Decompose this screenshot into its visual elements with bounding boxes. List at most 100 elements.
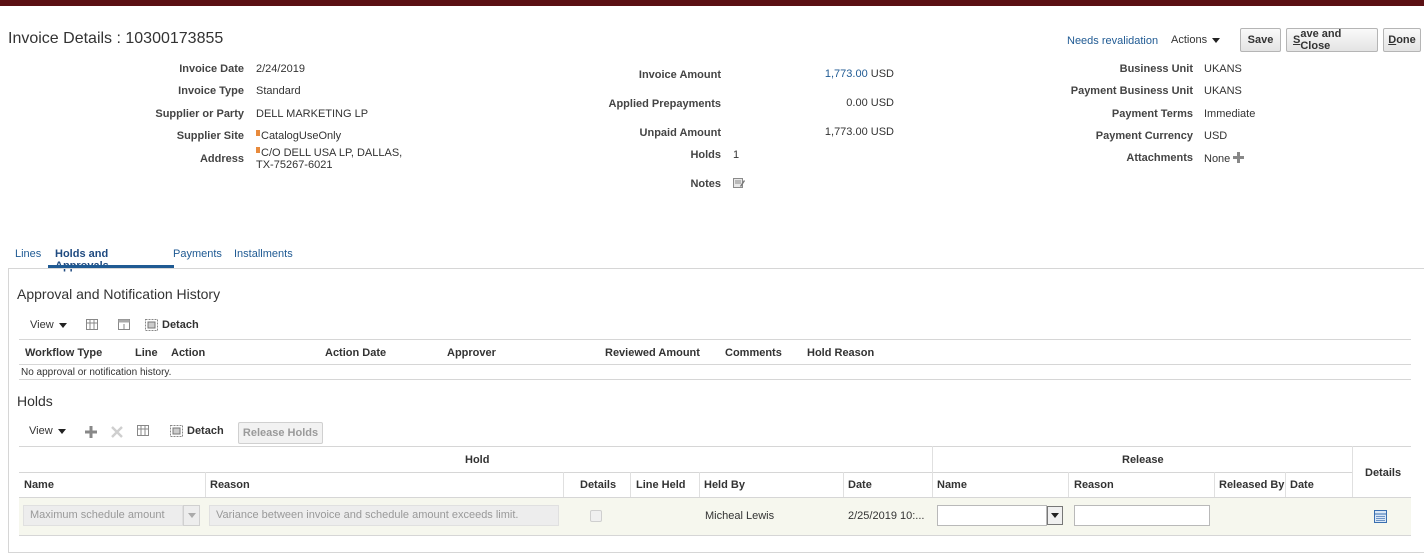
col-workflow-type[interactable]: Workflow Type — [25, 347, 102, 359]
col-action[interactable]: Action — [171, 347, 205, 359]
save-button-label: Save — [1247, 34, 1274, 46]
unpaid-amount-label: Unpaid Amount — [639, 127, 721, 139]
actions-menu-label: Actions — [1171, 34, 1208, 46]
flag-icon — [256, 147, 260, 153]
details-icon[interactable] — [1374, 510, 1387, 523]
col-hold-reason[interactable]: Hold Reason — [807, 347, 874, 359]
supplier-label: Supplier or Party — [155, 108, 244, 120]
col-approver[interactable]: Approver — [447, 347, 496, 359]
col-comments[interactable]: Comments — [725, 347, 782, 359]
holds-detach-button[interactable]: Detach — [170, 425, 224, 437]
notes-label: Notes — [690, 178, 721, 190]
done-button[interactable]: Done — [1383, 28, 1421, 52]
col-reviewed-amount[interactable]: Reviewed Amount — [605, 347, 700, 359]
col-hold-reason[interactable]: Reason — [210, 479, 250, 491]
hold-name-field[interactable]: Maximum schedule amount — [23, 505, 183, 526]
col-action-date[interactable]: Action Date — [325, 347, 386, 359]
col-line-held[interactable]: Line Held — [636, 479, 686, 491]
invoice-amount-value: 1,773.00 USD — [825, 68, 894, 80]
chevron-down-icon — [187, 513, 196, 518]
view-menu-label: View — [29, 425, 53, 437]
save-and-close-button[interactable]: Save and Close — [1286, 28, 1378, 52]
approval-empty-message: No approval or notification history. — [21, 367, 172, 378]
payment-terms-label: Payment Terms — [1111, 108, 1193, 120]
delete-icon[interactable] — [111, 426, 124, 438]
col-release-reason[interactable]: Reason — [1074, 479, 1114, 491]
invoice-date-label: Invoice Date — [179, 63, 244, 75]
col-line[interactable]: Line — [135, 347, 158, 359]
add-attachment-icon[interactable] — [1233, 152, 1245, 166]
chevron-down-icon — [1212, 37, 1221, 43]
done-mnemonic: D — [1388, 34, 1397, 46]
address-value: C/O DELL USA LP, DALLAS, TX-75267-6021 — [256, 147, 402, 171]
approval-detach-button[interactable]: Detach — [145, 319, 199, 331]
col-released-by[interactable]: Released By — [1219, 479, 1284, 491]
chevron-down-icon — [1051, 513, 1059, 518]
approval-view-menu[interactable]: View — [30, 319, 67, 331]
col-separator — [843, 472, 844, 498]
holds-view-menu[interactable]: View — [29, 425, 66, 437]
hold-name-dropdown[interactable] — [183, 505, 200, 526]
save-button[interactable]: Save — [1240, 28, 1281, 52]
hold-reason-field[interactable]: Variance between invoice and schedule am… — [209, 505, 559, 526]
col-header-details-right[interactable]: Details — [1365, 467, 1401, 479]
col-release-date[interactable]: Date — [1290, 479, 1314, 491]
supplier-site-value: CatalogUseOnly — [256, 130, 341, 142]
needs-revalidation-link[interactable]: Needs revalidation — [1067, 35, 1158, 47]
release-holds-button[interactable]: Release Holds — [238, 422, 323, 444]
col-hold-date[interactable]: Date — [848, 479, 872, 491]
invoice-type-label: Invoice Type — [178, 85, 244, 97]
payment-currency-value: USD — [1204, 130, 1228, 142]
notes-edit-icon[interactable] — [733, 177, 745, 189]
col-held-by[interactable]: Held By — [704, 479, 745, 491]
chevron-down-icon — [57, 428, 66, 434]
col-separator — [699, 472, 700, 498]
detach-label: Detach — [162, 319, 199, 331]
release-reason-input[interactable] — [1074, 505, 1210, 526]
unpaid-amount-value: 1,773.00 USD — [824, 126, 894, 138]
detach-label: Detach — [187, 425, 224, 437]
payment-terms-value: Immediate — [1204, 108, 1256, 120]
attachments-value: None — [1204, 152, 1245, 166]
address-line-2: TX-75267-6021 — [256, 159, 333, 171]
hold-details-checkbox[interactable] — [590, 510, 602, 522]
applied-prepayments-value: 0.00 USD — [846, 97, 894, 109]
applied-prepayments-label: Applied Prepayments — [608, 98, 721, 110]
business-unit-value: UKANS — [1204, 63, 1242, 75]
tab-payments[interactable]: Payments — [173, 248, 222, 260]
holds-table-top-border — [19, 446, 1411, 447]
address-label: Address — [199, 153, 244, 165]
holds-section-title: Holds — [17, 393, 53, 409]
columns-icon[interactable] — [86, 319, 99, 331]
tab-lines[interactable]: Lines — [15, 248, 41, 260]
holds-count-value: 1 — [733, 149, 740, 161]
detach-icon — [145, 319, 158, 331]
add-icon[interactable] — [85, 426, 98, 438]
payment-business-unit-value: UKANS — [1204, 85, 1242, 97]
group-header-release: Release — [1122, 454, 1164, 466]
col-hold-name[interactable]: Name — [24, 479, 54, 491]
col-separator — [205, 472, 206, 498]
invoice-amount-link[interactable]: 1,773.00 — [825, 68, 868, 80]
columns-icon[interactable] — [137, 425, 150, 437]
col-separator — [1285, 472, 1286, 498]
payment-currency-label: Payment Currency — [1095, 130, 1193, 142]
invoice-amount-label: Invoice Amount — [638, 69, 721, 81]
view-menu-label: View — [30, 319, 54, 331]
col-hold-details[interactable]: Details — [580, 479, 616, 491]
holds-group-divider — [19, 472, 1352, 473]
release-name-input[interactable] — [937, 505, 1047, 526]
release-name-dropdown[interactable] — [1047, 506, 1063, 525]
payment-business-unit-label: Payment Business Unit — [1070, 85, 1193, 97]
invoice-amount-currency: USD — [870, 68, 894, 80]
tab-installments[interactable]: Installments — [234, 248, 293, 260]
freeze-icon[interactable] — [118, 319, 131, 331]
col-release-name[interactable]: Name — [937, 479, 967, 491]
col-separator — [563, 472, 564, 498]
top-brand-bar — [0, 0, 1424, 6]
approval-table-top-border — [19, 339, 1411, 340]
actions-menu[interactable]: Actions — [1171, 34, 1221, 46]
flag-icon — [256, 130, 260, 136]
approval-table-bottom-border — [19, 379, 1411, 380]
group-header-hold: Hold — [465, 454, 490, 466]
